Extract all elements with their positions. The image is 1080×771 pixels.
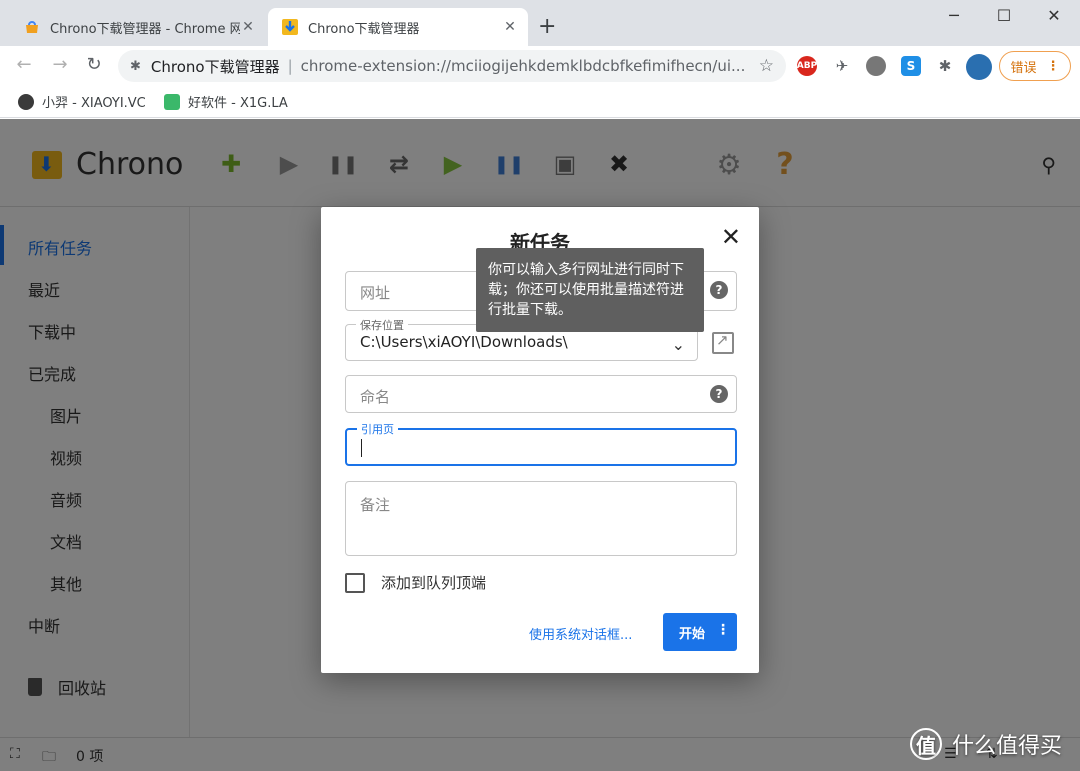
chevron-down-icon: ⌄ xyxy=(671,335,685,354)
new-task-dialog: 新任务 ✕ 网址 ? 保存位置 C:\Users\xiAOYI\Download… xyxy=(321,207,759,673)
browser-toolbar: ← → ↻ ✱ Chrono下载管理器 | chrome-extension:/… xyxy=(0,46,1080,86)
more-options-icon[interactable]: ⋮ xyxy=(716,622,730,638)
help-icon[interactable]: ? xyxy=(710,281,728,299)
name-placeholder: 命名 xyxy=(360,388,391,406)
system-dialog-link[interactable]: 使用系统对话框... xyxy=(529,624,632,643)
close-icon[interactable]: ✕ xyxy=(502,19,518,35)
bookmark-xiaoyi[interactable]: 小羿 - XIAOYI.VC xyxy=(18,92,146,111)
save-location-label: 保存位置 xyxy=(356,317,408,333)
chrome-web-store-icon xyxy=(26,21,38,33)
s-icon[interactable]: S xyxy=(901,56,921,76)
forward-button[interactable]: → xyxy=(48,54,72,75)
watermark-logo-icon: 值 xyxy=(910,728,942,760)
puzzle-icon[interactable]: ✱ xyxy=(935,56,955,76)
tab-title: Chrono下载管理器 - Chrome 网 xyxy=(50,21,240,37)
close-icon[interactable]: ✕ xyxy=(240,19,256,35)
new-tab-button[interactable]: + xyxy=(538,14,556,40)
start-label: 开始 xyxy=(679,626,706,642)
url-placeholder: 网址 xyxy=(360,284,391,302)
window-close-button[interactable]: ✕ xyxy=(1034,6,1074,25)
more-icon: ⋮ xyxy=(1046,58,1060,74)
tab-strip: Chrono下载管理器 - Chrome 网 ✕ Chrono下载管理器 ✕ +… xyxy=(0,0,1080,46)
chrono-icon xyxy=(282,19,298,35)
omnibox-title: Chrono下载管理器 xyxy=(150,57,280,76)
avatar[interactable] xyxy=(966,54,992,80)
avatar-icon xyxy=(18,93,34,110)
watermark: 值 什么值得买 xyxy=(910,728,1062,760)
save-location-value: C:\Users\xiAOYI\Downloads\ xyxy=(360,333,568,351)
bird-icon[interactable]: ✈ xyxy=(832,56,852,76)
note-placeholder: 备注 xyxy=(360,496,391,514)
back-button[interactable]: ← xyxy=(12,54,36,75)
omnibox-url: chrome-extension://mciiogijehkdemklbdcbf… xyxy=(300,57,746,75)
referrer-label: 引用页 xyxy=(357,421,398,437)
bookmark-star-icon[interactable]: ☆ xyxy=(759,56,774,76)
tab-chrono[interactable]: Chrono下载管理器 ✕ xyxy=(268,8,528,46)
name-field[interactable]: 命名 ? xyxy=(345,375,737,413)
url-tooltip: 你可以输入多行网址进行同时下载；你还可以使用批量描述符进行批量下载。 xyxy=(476,248,704,332)
abp-icon[interactable]: ABP xyxy=(797,56,817,76)
open-folder-icon[interactable] xyxy=(712,331,734,354)
referrer-field[interactable]: 引用页 xyxy=(345,421,737,466)
maximize-button[interactable]: ☐ xyxy=(984,6,1024,25)
bookmark-x1g[interactable]: 好软件 - X1G.LA xyxy=(164,92,288,111)
start-button[interactable]: 开始 ⋮ xyxy=(663,613,737,651)
tab-chrome-web-store[interactable]: Chrono下载管理器 - Chrome 网 ✕ xyxy=(10,8,266,46)
queue-top-option[interactable]: 添加到队列顶端 xyxy=(345,572,486,593)
error-button[interactable]: 错误 ⋮ xyxy=(999,51,1071,81)
bookmarks-bar: 小羿 - XIAOYI.VC 好软件 - X1G.LA xyxy=(0,86,1080,118)
omnibox-separator: | xyxy=(287,57,293,75)
bookmark-label: 小羿 - XIAOYI.VC xyxy=(42,96,146,111)
watermark-text: 什么值得买 xyxy=(952,734,1063,759)
close-icon[interactable]: ✕ xyxy=(721,223,741,251)
bookmark-label: 好软件 - X1G.LA xyxy=(188,96,288,111)
note-field[interactable]: 备注 xyxy=(345,481,737,556)
reload-button[interactable]: ↻ xyxy=(82,54,106,75)
queue-top-checkbox[interactable] xyxy=(345,572,365,593)
queue-top-label: 添加到队列顶端 xyxy=(381,574,487,592)
extension-icon: ✱ xyxy=(130,58,141,74)
owl-icon[interactable] xyxy=(866,56,886,76)
tab-title: Chrono下载管理器 xyxy=(308,21,420,37)
help-icon[interactable]: ? xyxy=(710,385,728,403)
minimize-button[interactable]: ─ xyxy=(934,6,974,25)
x1g-icon xyxy=(164,93,180,110)
text-caret xyxy=(361,439,362,457)
error-label: 错误 xyxy=(1010,60,1037,76)
address-bar[interactable]: ✱ Chrono下载管理器 | chrome-extension://mciio… xyxy=(118,50,786,82)
